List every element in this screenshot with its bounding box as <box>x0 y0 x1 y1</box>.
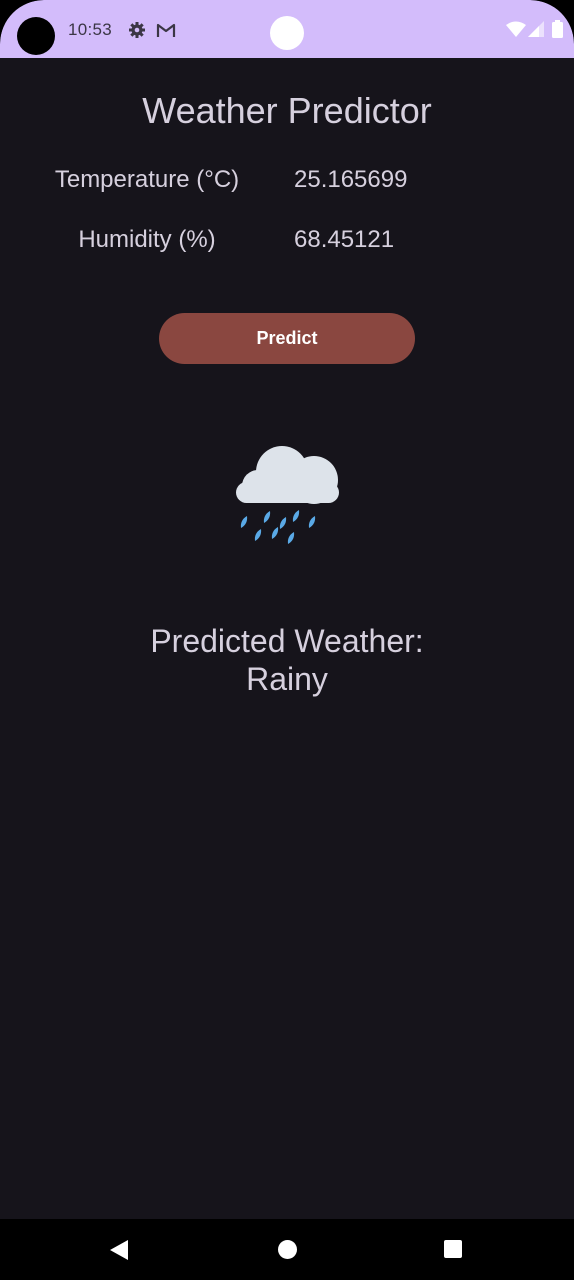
temperature-label: Temperature (°C) <box>54 166 240 193</box>
humidity-value: 68.45121 <box>294 226 395 253</box>
humidity-label: Humidity (%) <box>78 226 216 253</box>
phone-screen: 10:53 Weather Predictor Temperature (°C)… <box>0 0 574 1280</box>
home-icon[interactable] <box>278 1240 297 1259</box>
battery-icon <box>552 20 563 43</box>
rain-cloud-icon <box>230 440 344 557</box>
status-time: 10:53 <box>68 20 113 39</box>
temperature-value: 25.165699 <box>294 166 408 193</box>
prediction-result: Predicted Weather: Rainy <box>0 622 574 698</box>
wifi-icon <box>506 21 526 42</box>
page-title: Weather Predictor <box>142 90 432 131</box>
cell-signal-icon <box>528 21 544 42</box>
camera-cutout <box>17 17 55 55</box>
prediction-label: Predicted Weather: <box>150 623 424 659</box>
prediction-value: Rainy <box>246 661 328 697</box>
gmail-icon <box>156 23 176 43</box>
status-bar: 10:53 <box>0 0 574 58</box>
predict-button[interactable]: Predict <box>159 313 415 364</box>
navigation-bar <box>0 1219 574 1280</box>
recents-icon[interactable] <box>444 1240 462 1258</box>
back-icon[interactable] <box>108 1239 130 1266</box>
front-sensor <box>270 16 304 50</box>
settings-gear-icon <box>128 21 146 44</box>
